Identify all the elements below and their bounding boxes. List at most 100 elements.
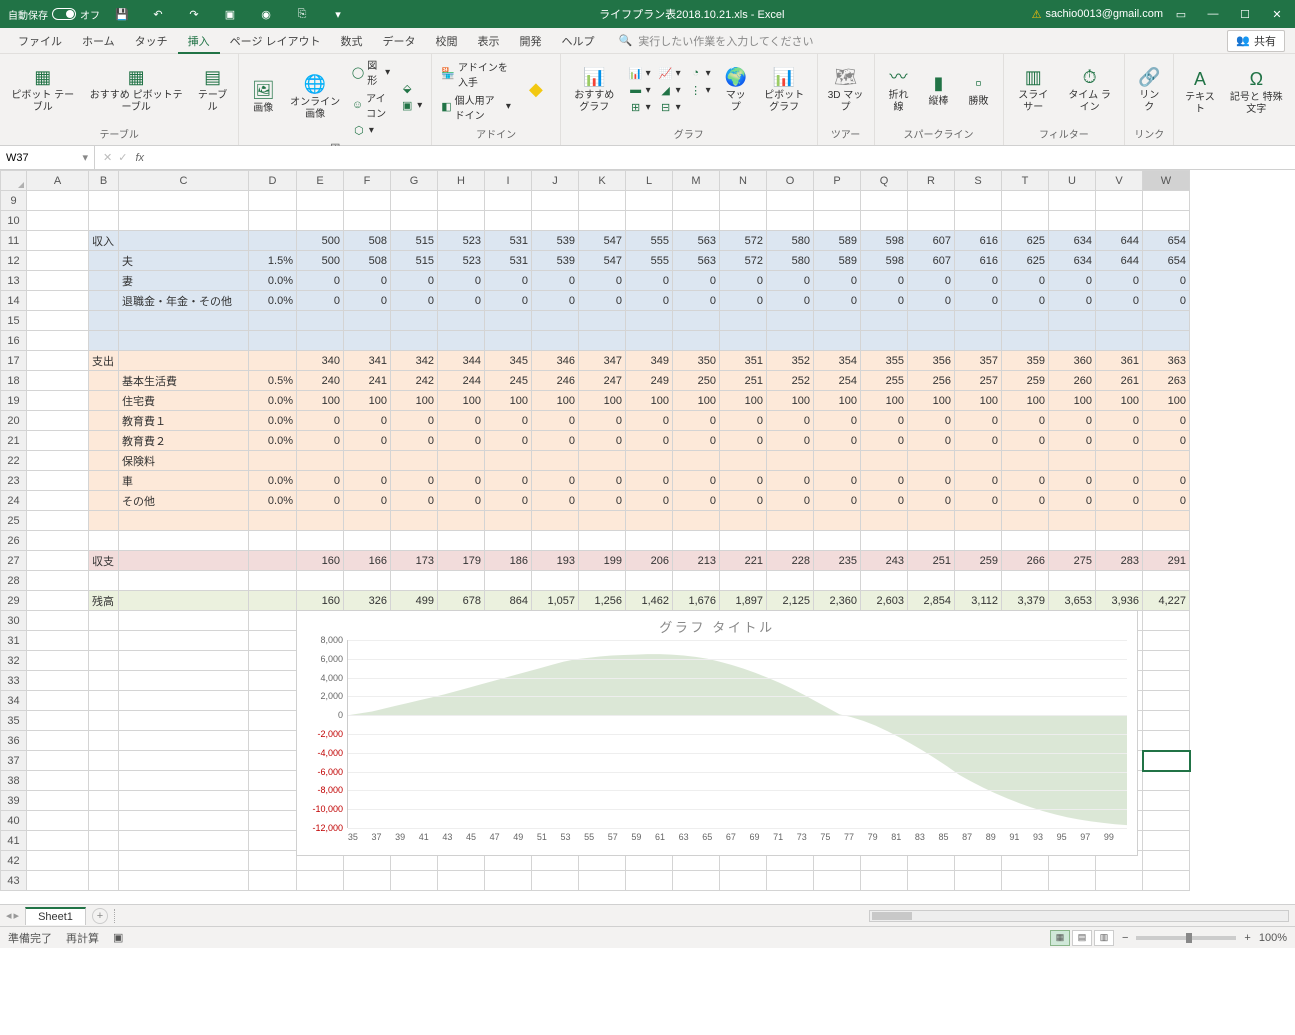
cell-B16[interactable] (89, 331, 119, 351)
cell-G19[interactable]: 100 (391, 391, 438, 411)
cell-L10[interactable] (626, 211, 673, 231)
cell-C15[interactable] (119, 311, 249, 331)
cell-M15[interactable] (673, 311, 720, 331)
cell-P16[interactable] (814, 331, 861, 351)
cell-Q15[interactable] (861, 311, 908, 331)
cell-S14[interactable]: 0 (955, 291, 1002, 311)
column-header-T[interactable]: T (1002, 171, 1049, 191)
cell-W19[interactable]: 100 (1143, 391, 1190, 411)
cell-N29[interactable]: 1,897 (720, 591, 767, 611)
embedded-chart[interactable]: グラフ タイトル 8,0006,0004,0002,0000-2,000-4,0… (296, 610, 1138, 856)
cell-I18[interactable]: 245 (485, 371, 532, 391)
cell-N25[interactable] (720, 511, 767, 531)
cell-N14[interactable]: 0 (720, 291, 767, 311)
cell-T22[interactable] (1002, 451, 1049, 471)
cell-D34[interactable] (249, 691, 297, 711)
cell-S16[interactable] (955, 331, 1002, 351)
row-header-10[interactable]: 10 (1, 211, 27, 231)
cell-T26[interactable] (1002, 531, 1049, 551)
cell-K27[interactable]: 199 (579, 551, 626, 571)
cell-N12[interactable]: 572 (720, 251, 767, 271)
cell-C41[interactable] (119, 831, 249, 851)
cell-L23[interactable]: 0 (626, 471, 673, 491)
cell-O10[interactable] (767, 211, 814, 231)
cell-I43[interactable] (485, 871, 532, 891)
cell-K20[interactable]: 0 (579, 411, 626, 431)
cell-Q12[interactable]: 598 (861, 251, 908, 271)
cell-T13[interactable]: 0 (1002, 271, 1049, 291)
cell-A43[interactable] (27, 871, 89, 891)
cell-Q13[interactable]: 0 (861, 271, 908, 291)
stock-chart-button[interactable]: ⊞▾ (626, 99, 654, 115)
share-button[interactable]: 👥 共有 (1227, 30, 1285, 52)
cell-G22[interactable] (391, 451, 438, 471)
cancel-formula-icon[interactable]: ✕ (103, 151, 112, 164)
cell-N43[interactable] (720, 871, 767, 891)
bing-maps-button[interactable]: ◆ (518, 76, 554, 104)
cell-H12[interactable]: 523 (438, 251, 485, 271)
my-addins-button[interactable]: ◧個人用アドイン▾ (438, 91, 514, 123)
shapes-button[interactable]: ◯図形▾ (349, 56, 393, 88)
cell-L19[interactable]: 100 (626, 391, 673, 411)
cell-F18[interactable]: 241 (344, 371, 391, 391)
select-all-button[interactable] (1, 171, 27, 191)
cell-P10[interactable] (814, 211, 861, 231)
row-header-27[interactable]: 27 (1, 551, 27, 571)
cell-I26[interactable] (485, 531, 532, 551)
cell-W24[interactable]: 0 (1143, 491, 1190, 511)
cell-C36[interactable] (119, 731, 249, 751)
cell-O11[interactable]: 580 (767, 231, 814, 251)
cell-L9[interactable] (626, 191, 673, 211)
minimize-icon[interactable]: — (1199, 0, 1227, 28)
3dmap-button[interactable]: 🗺3D マップ (824, 64, 868, 116)
combo-chart-button[interactable]: ⊟▾ (656, 99, 684, 115)
redo-icon[interactable]: ↷ (180, 0, 208, 28)
cell-A38[interactable] (27, 771, 89, 791)
cell-Q19[interactable]: 100 (861, 391, 908, 411)
cell-I9[interactable] (485, 191, 532, 211)
cell-B10[interactable] (89, 211, 119, 231)
cell-C18[interactable]: 基本生活費 (119, 371, 249, 391)
slicer-button[interactable]: ▥スライサー (1010, 64, 1057, 116)
cell-A15[interactable] (27, 311, 89, 331)
cell-K22[interactable] (579, 451, 626, 471)
cell-N16[interactable] (720, 331, 767, 351)
cell-R9[interactable] (908, 191, 955, 211)
cell-D17[interactable] (249, 351, 297, 371)
cell-J17[interactable]: 346 (532, 351, 579, 371)
cell-Q24[interactable]: 0 (861, 491, 908, 511)
column-header-P[interactable]: P (814, 171, 861, 191)
row-header-24[interactable]: 24 (1, 491, 27, 511)
cell-A39[interactable] (27, 791, 89, 811)
cell-A33[interactable] (27, 671, 89, 691)
cell-U17[interactable]: 360 (1049, 351, 1096, 371)
cell-K16[interactable] (579, 331, 626, 351)
cell-O29[interactable]: 2,125 (767, 591, 814, 611)
cell-N26[interactable] (720, 531, 767, 551)
cell-W23[interactable]: 0 (1143, 471, 1190, 491)
cell-T14[interactable]: 0 (1002, 291, 1049, 311)
row-header-19[interactable]: 19 (1, 391, 27, 411)
cell-D36[interactable] (249, 731, 297, 751)
cell-U29[interactable]: 3,653 (1049, 591, 1096, 611)
row-header-16[interactable]: 16 (1, 331, 27, 351)
cell-V29[interactable]: 3,936 (1096, 591, 1143, 611)
cell-F17[interactable]: 341 (344, 351, 391, 371)
cell-Q9[interactable] (861, 191, 908, 211)
cell-N27[interactable]: 221 (720, 551, 767, 571)
cell-D41[interactable] (249, 831, 297, 851)
cell-P22[interactable] (814, 451, 861, 471)
cell-S13[interactable]: 0 (955, 271, 1002, 291)
cell-P28[interactable] (814, 571, 861, 591)
cell-S12[interactable]: 616 (955, 251, 1002, 271)
cell-J9[interactable] (532, 191, 579, 211)
cell-D42[interactable] (249, 851, 297, 871)
cell-E28[interactable] (297, 571, 344, 591)
cell-F28[interactable] (344, 571, 391, 591)
cell-K13[interactable]: 0 (579, 271, 626, 291)
cell-M13[interactable]: 0 (673, 271, 720, 291)
account-button[interactable]: ⚠ sachio0013@gmail.com (1032, 8, 1163, 21)
cell-D35[interactable] (249, 711, 297, 731)
cell-D19[interactable]: 0.0% (249, 391, 297, 411)
cell-B11[interactable]: 収入 (89, 231, 119, 251)
